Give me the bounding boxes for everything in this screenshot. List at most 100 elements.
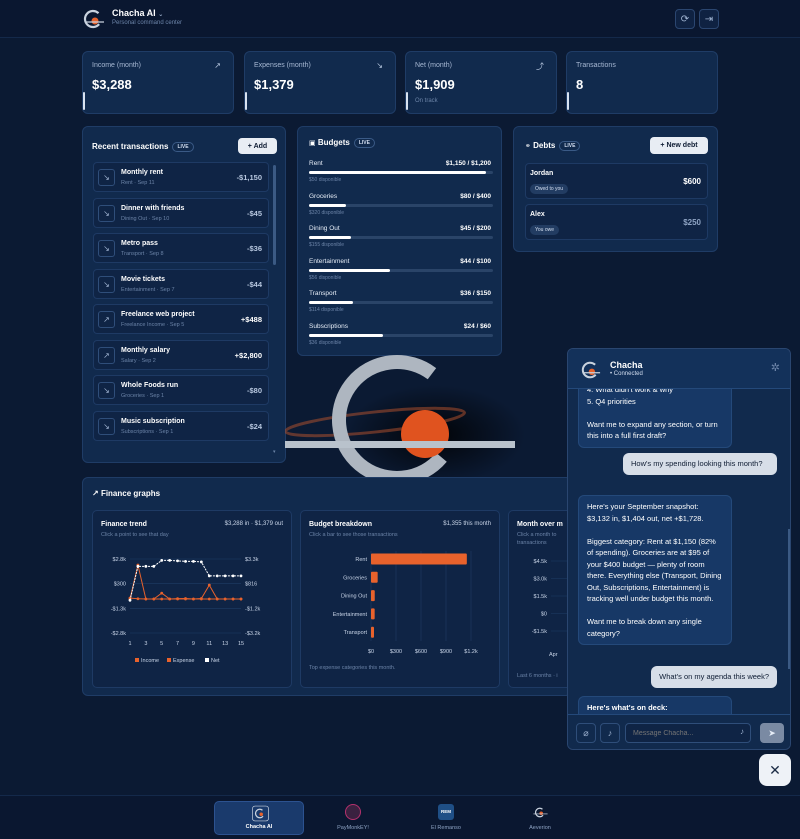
transaction-row[interactable]: ↗ Monthly salary Salary · Sep 2 +$2,800 [93, 339, 269, 370]
nav-item-el-remanso[interactable]: REM El Remanso [401, 801, 491, 835]
send-button[interactable]: ➤ [760, 723, 784, 743]
y-tick-label: $0 [541, 612, 547, 618]
nav-item-chacha[interactable]: Chacha AI [214, 801, 304, 835]
y-tick-label-left: -$2.8k [111, 631, 127, 637]
legend-swatch [135, 658, 139, 662]
y-tick-label-left: -$1.3k [111, 606, 127, 612]
new-debt-button[interactable]: + New debt [650, 137, 708, 154]
stat-edge [567, 92, 569, 110]
month-over-month-card: Month over m Click a month to transactio… [508, 510, 572, 689]
chart-footer: Top expense categories this month. [309, 665, 396, 671]
transaction-name: Music subscription [121, 417, 185, 425]
transaction-row[interactable]: ↘ Dinner with friends Dining Out · Sep 10 -… [93, 197, 269, 228]
refresh-icon: ⟳ [680, 13, 690, 25]
transaction-amount: +$2,800 [234, 350, 262, 360]
transaction-row[interactable]: ↘ Metro pass Transport · Sep 8 -$36 [93, 233, 269, 263]
data-point-income [160, 591, 164, 595]
app-subtitle: Personal command center [112, 20, 183, 26]
voice-button[interactable]: ♪ [600, 723, 620, 743]
transaction-meta: Entertainment · Sep 7 [121, 286, 175, 293]
settings-icon[interactable]: ✲ [771, 361, 780, 374]
app-title[interactable]: Chacha AI ⌄ [112, 8, 163, 18]
data-point-net [168, 559, 172, 562]
app-title-text: Chacha AI [112, 8, 156, 18]
scrollbar-thumb[interactable] [273, 165, 276, 265]
add-transaction-button[interactable]: + Add [238, 138, 277, 154]
x-tick-label: $1.2k [464, 649, 478, 655]
x-tick-label: $0 [368, 649, 374, 655]
budget-progress-fill [309, 171, 486, 174]
data-point-expense [231, 597, 235, 601]
budget-progress-fill [309, 301, 354, 305]
legend-swatch [167, 658, 171, 662]
chacha-avatar-icon [581, 361, 601, 379]
x-tick-label: Apr [549, 652, 558, 658]
transaction-name: Freelance web project [121, 311, 195, 318]
chart-hint: Click a point to see that day [101, 532, 169, 538]
data-point-net [199, 560, 203, 564]
transaction-name: Whole Foods run [121, 382, 179, 389]
budget-name: Dining Out [309, 225, 340, 233]
data-point-expense [215, 597, 219, 601]
finance-graphs-title-text: Finance graphs [100, 489, 161, 498]
scroll-down-icon[interactable]: ▾ [273, 449, 276, 455]
stat-card-expenses: Expenses (month) ↘ $1,379 [244, 51, 396, 114]
y-tick-label: -$1.5k [532, 629, 548, 635]
budget-remaining: $155 disponible [309, 242, 345, 249]
budget-remaining: $36 disponible [309, 340, 342, 346]
close-chat-button[interactable]: ✕ [759, 754, 791, 786]
stat-value: $1,909 [415, 77, 455, 92]
data-point-net [136, 564, 140, 568]
transaction-row[interactable]: ↘ Movie tickets Entertainment · Sep 7 -$44 [93, 268, 269, 299]
y-tick-label: $3.0k [534, 577, 548, 583]
debt-item[interactable]: Jordan Owed to you $600 [525, 163, 708, 199]
microphone-icon[interactable]: ♪ [740, 727, 744, 736]
transaction-row[interactable]: ↘ Music subscription Subscriptions · Sep 1… [93, 410, 269, 441]
logout-button[interactable]: ⇥ [699, 9, 719, 29]
chat-scrollbar[interactable] [788, 529, 790, 669]
chat-message-user: How's my spending looking this month? [623, 453, 777, 475]
nav-item-paymonkey[interactable]: PayMonkEY! [308, 801, 398, 835]
nav-item-aeverion[interactable]: Aeverion [495, 801, 585, 835]
transaction-name: Monthly rent [121, 169, 163, 176]
transaction-amount: -$44 [246, 279, 262, 289]
finance-graphs-panel: ↗ Finance graphs Finance trend $3,288 in… [82, 477, 572, 696]
transaction-row[interactable]: ↗ Freelance web project Freelance Income ·… [93, 304, 269, 334]
data-point-expense [207, 583, 211, 587]
debts-title-text: Debts [533, 141, 556, 151]
stat-label: Income (month) [92, 62, 142, 69]
debt-item[interactable]: Alex You owe $250 [525, 204, 708, 240]
stat-card-transactions: Transactions 8 [566, 51, 718, 114]
budget-name: Groceries [309, 192, 338, 200]
y-tick-label: Groceries [343, 575, 367, 581]
chevron-down-icon: ⌄ [158, 12, 164, 18]
bar-transport [371, 626, 374, 638]
message-input[interactable] [625, 723, 751, 743]
transaction-name: Dinner with friends [121, 204, 185, 212]
chart-hint: Click a bar to see those transactions [309, 532, 398, 538]
chat-message-bot: 4. What didn't work & why 5. Q4 prioriti… [578, 389, 732, 448]
y-tick-label: Entertainment [333, 612, 368, 618]
trend-up-icon: ⤴ [536, 62, 544, 71]
month-over-month-chart[interactable]: $4.5k $3.0k $1.5k $0 -$1.5k Apr [509, 541, 572, 689]
data-point-net [192, 559, 195, 563]
budget-progress-fill [309, 236, 352, 240]
attach-button[interactable]: ⌀ [576, 723, 596, 743]
chart-title: Month over m [517, 521, 563, 528]
budget-value: $45 / $200 [460, 225, 491, 233]
y-tick-label: Transport [344, 630, 368, 636]
debt-amount: $250 [683, 218, 701, 227]
budget-name: Entertainment [309, 257, 350, 265]
chat-message-user: What's on my agenda this week? [651, 666, 777, 688]
budgets-title: ▣ Budgets LIVE [309, 138, 375, 148]
transaction-amount: -$24 [246, 421, 262, 431]
transaction-row[interactable]: ↘ Whole Foods run Groceries · Sep 1 -$80 [93, 375, 269, 405]
finance-trend-chart[interactable]: $2.8k $3.3k $300 $816 -$1.3k -$1.2k -$2.8k -$3.… [93, 541, 293, 689]
monkey-icon [345, 804, 361, 820]
refresh-button[interactable]: ⟳ [675, 9, 695, 29]
budgets-title-text: Budgets [317, 138, 350, 148]
transaction-row[interactable]: ↘ Monthly rent Rent · Sep 11 -$1,150 [93, 162, 269, 192]
legend-label: Expense [173, 658, 194, 664]
legend-label: Income [141, 658, 159, 664]
data-point-net [207, 574, 211, 578]
